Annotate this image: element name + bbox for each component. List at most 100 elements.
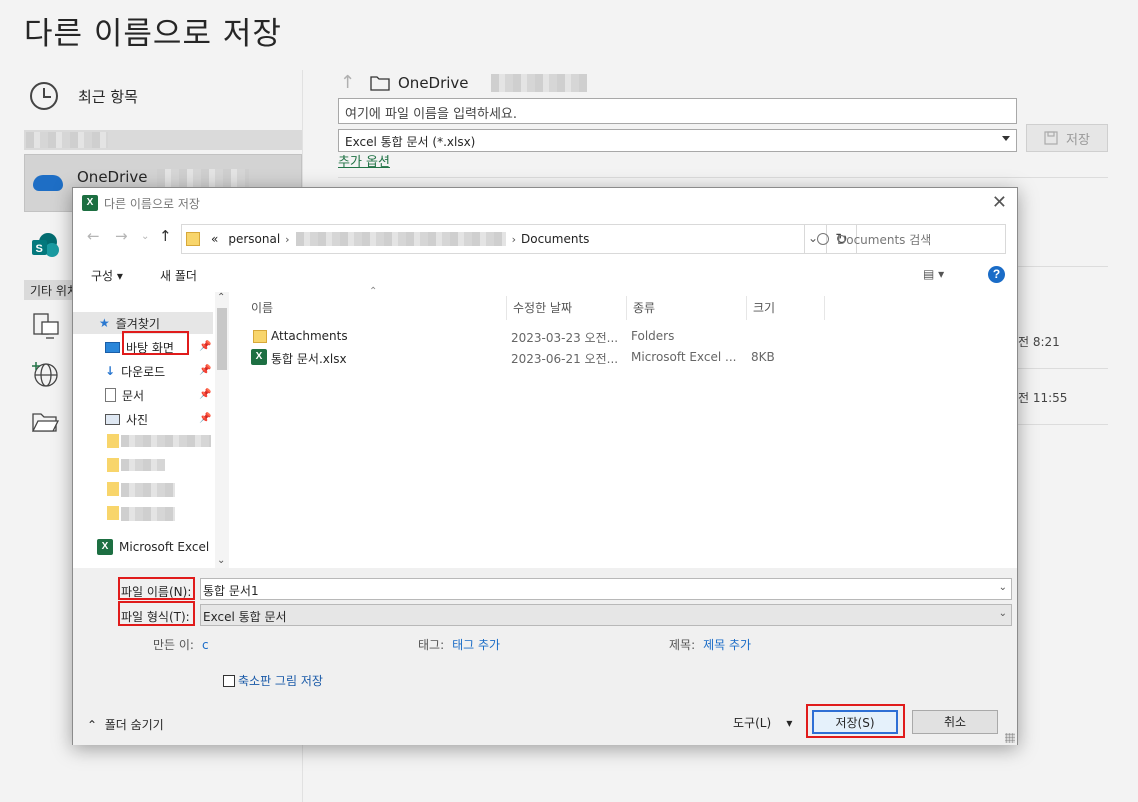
pin-icon[interactable]: 📌: [199, 365, 211, 376]
nav-scrollbar[interactable]: ⌃ ⌄: [215, 292, 229, 568]
nav-item-documents[interactable]: 문서: [105, 384, 144, 406]
backstage-filetype-select[interactable]: Excel 통합 문서 (*.xlsx): [338, 129, 1017, 152]
checkbox-box[interactable]: [223, 674, 235, 687]
file-date: 2023-06-21 오전...: [511, 352, 619, 366]
chevron-up-icon[interactable]: ⌃: [217, 292, 225, 303]
add-place-globe-icon[interactable]: [30, 360, 60, 388]
resize-grip[interactable]: [1005, 733, 1015, 743]
author-key: 만든 이:: [153, 638, 194, 652]
file-date: 2023-03-23 오전...: [511, 331, 619, 345]
excel-file-icon: X: [251, 349, 267, 365]
tools-menu[interactable]: 도구(L) ▾: [733, 714, 792, 731]
desktop-icon: [105, 341, 120, 353]
forward-arrow-icon[interactable]: →: [115, 227, 128, 245]
divider: [338, 177, 1108, 178]
divider: [1018, 266, 1108, 267]
excel-icon: X: [97, 539, 113, 555]
breadcrumb-documents[interactable]: Documents: [521, 232, 589, 246]
address-row: ← → ⌄ ↑ « personal › › Documents ⌄ ↻ Doc…: [73, 224, 1017, 254]
chevron-down-icon[interactable]: ⌄: [217, 555, 225, 566]
back-arrow-icon[interactable]: ←: [87, 227, 100, 245]
organize-button[interactable]: 구성 ▾: [91, 267, 123, 284]
new-folder-button[interactable]: 새 폴더: [160, 267, 197, 284]
redacted-folder-name[interactable]: [121, 507, 175, 521]
nav-item-label: 바탕 화면: [126, 340, 174, 355]
up-arrow-icon[interactable]: ↑: [340, 72, 362, 93]
breadcrumb-personal[interactable]: personal: [228, 232, 280, 246]
recent-locations-chevron-icon[interactable]: ⌄: [141, 231, 149, 242]
redacted-folder-name[interactable]: [121, 483, 175, 497]
chevron-down-icon[interactable]: ⌄: [999, 608, 1007, 619]
file-name: Attachments: [271, 329, 348, 343]
help-icon[interactable]: ?: [988, 266, 1005, 283]
search-input[interactable]: Documents 검색: [804, 224, 1006, 254]
column-header-type[interactable]: 종류: [627, 296, 747, 320]
pin-icon[interactable]: 📌: [199, 389, 211, 400]
file-row[interactable]: Attachments 2023-03-23 오전... Folders: [249, 326, 1017, 346]
pin-icon[interactable]: 📌: [199, 413, 211, 424]
onedrive-cloud-icon: [33, 175, 63, 191]
dialog-titlebar[interactable]: X 다른 이름으로 저장 ✕: [73, 188, 1017, 218]
up-arrow-icon[interactable]: ↑: [159, 227, 172, 245]
breadcrumb-overflow[interactable]: «: [211, 232, 218, 246]
column-header-size[interactable]: 크기: [747, 296, 825, 320]
save-label: 저장: [1066, 132, 1090, 148]
this-pc-icon[interactable]: [30, 312, 60, 340]
redacted-folder-name[interactable]: [121, 435, 211, 447]
chevron-down-icon[interactable]: ⌄: [999, 582, 1007, 593]
save-thumbnail-checkbox[interactable]: 축소판 그림 저장: [223, 672, 323, 689]
address-bar[interactable]: « personal › › Documents ⌄ ↻: [181, 224, 857, 254]
recent-label: 최근 항목: [78, 87, 138, 106]
divider: [1018, 368, 1108, 369]
backstage-location-bar: ↑ OneDrive: [340, 72, 587, 93]
filetype-value: Excel 통합 문서 (*.xlsx): [345, 135, 476, 149]
hide-folders-toggle[interactable]: ⌃ 폴더 숨기기: [87, 716, 164, 733]
scrollbar-thumb[interactable]: [217, 308, 227, 370]
file-type: Microsoft Excel ...: [631, 350, 737, 364]
folder-icon: [253, 330, 267, 343]
column-header-date[interactable]: 수정한 날짜: [507, 296, 627, 320]
thumbnail-label: 축소판 그림 저장: [238, 674, 323, 688]
location-label: OneDrive: [398, 73, 469, 92]
nav-item-desktop[interactable]: 바탕 화면: [105, 336, 174, 358]
clock-icon: [30, 82, 58, 110]
recent-file-time: 전 8:21: [1018, 335, 1060, 349]
breadcrumb-separator[interactable]: ›: [512, 233, 516, 246]
dialog-title: 다른 이름으로 저장: [104, 197, 200, 211]
author-value[interactable]: c: [202, 638, 209, 652]
title-value[interactable]: 제목 추가: [703, 638, 751, 652]
more-options-link[interactable]: 추가 옵션: [338, 151, 390, 170]
tags-value[interactable]: 태그 추가: [452, 638, 500, 652]
view-options-icon[interactable]: ▤ ▾: [923, 267, 944, 281]
folder-icon: [186, 232, 200, 246]
sharepoint-icon[interactable]: S: [30, 232, 60, 260]
tools-label: 도구(L): [733, 716, 772, 730]
nav-item-downloads[interactable]: ↓ 다운로드: [105, 360, 165, 382]
download-arrow-icon: ↓: [105, 364, 116, 378]
cancel-button[interactable]: 취소: [912, 710, 998, 734]
redacted-folder-name[interactable]: [121, 459, 165, 471]
file-row[interactable]: X 통합 문서.xlsx 2023-06-21 오전... Microsoft …: [249, 347, 1017, 367]
backstage-filename-input[interactable]: 여기에 파일 이름을 입력하세요.: [338, 98, 1017, 124]
filetype-select[interactable]: Excel 통합 문서 ⌄: [200, 604, 1012, 626]
nav-item-pictures[interactable]: 사진: [105, 408, 148, 430]
filename-input[interactable]: 통합 문서1 ⌄: [200, 578, 1012, 600]
column-header-name[interactable]: 이름: [245, 296, 507, 320]
breadcrumb-separator[interactable]: ›: [285, 233, 289, 246]
nav-item-microsoft-excel[interactable]: X Microsoft Excel: [97, 536, 209, 558]
pin-icon[interactable]: 📌: [199, 341, 211, 352]
title-meta: 제목: 제목 추가: [669, 636, 751, 653]
file-list: ⌃ 이름 수정한 날짜 종류 크기 Attachments 2023-03-23…: [233, 286, 1017, 568]
backstage-save-button[interactable]: 저장: [1026, 124, 1108, 152]
nav-favorites[interactable]: ★ 즐겨찾기: [99, 312, 160, 334]
recent-item[interactable]: 최근 항목: [30, 82, 138, 110]
close-icon[interactable]: ✕: [992, 192, 1007, 213]
navigation-pane: ★ 즐겨찾기 바탕 화면 ↓ 다운로드 문서 사진 📌 📌 📌 📌 X Micr…: [73, 292, 229, 568]
browse-folder-icon[interactable]: [30, 408, 60, 436]
folder-icon: [370, 75, 390, 91]
save-button[interactable]: 저장(S): [812, 710, 898, 734]
divider: [1018, 424, 1108, 425]
account-group-header: [24, 130, 302, 150]
folder-icon: [107, 434, 119, 448]
document-icon: [105, 388, 116, 402]
